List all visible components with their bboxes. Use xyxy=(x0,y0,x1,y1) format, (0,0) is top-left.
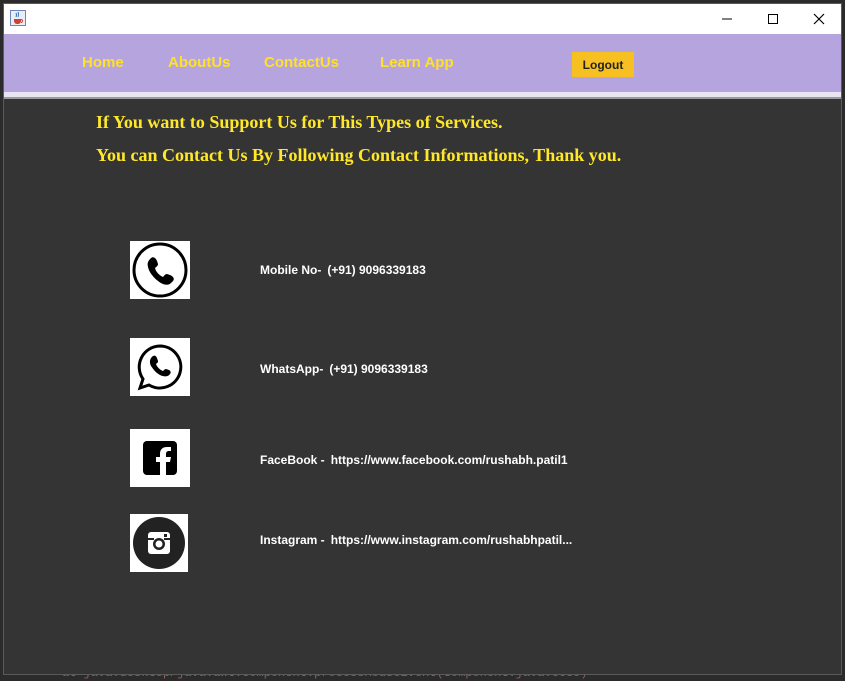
instagram-contact: Instagram - https://www.instagram.com/rus… xyxy=(260,533,572,547)
support-heading: If You want to Support Us for This Types… xyxy=(96,112,503,132)
maximize-icon xyxy=(768,14,778,24)
nav-about-us[interactable]: AboutUs xyxy=(168,54,231,71)
close-icon xyxy=(813,13,825,25)
close-button[interactable] xyxy=(796,4,841,34)
instagram-url: https://www.instagram.com/rushabhpatil..… xyxy=(330,533,573,547)
minimize-button[interactable] xyxy=(704,4,750,34)
instagram-label: Instagram - xyxy=(260,533,325,547)
instagram-icon xyxy=(130,514,188,572)
logout-button[interactable]: Logout xyxy=(572,52,634,77)
contact-heading: You can Contact Us By Following Contact … xyxy=(96,145,622,165)
whatsapp-icon xyxy=(130,338,190,396)
phone-icon xyxy=(130,241,190,299)
whatsapp-label: WhatsApp- xyxy=(260,362,324,376)
app-window: Home AboutUs ContactUs Learn App Logout … xyxy=(3,3,842,675)
maximize-button[interactable] xyxy=(750,4,796,34)
mobile-label: Mobile No- xyxy=(260,263,322,277)
java-coffee-icon xyxy=(10,10,26,26)
facebook-label: FaceBook - xyxy=(260,453,325,467)
nav-home[interactable]: Home xyxy=(82,54,124,71)
facebook-icon xyxy=(130,429,190,487)
mobile-number: (+91) 9096339183 xyxy=(327,263,426,277)
facebook-url: https://www.facebook.com/rushabh.patil1 xyxy=(330,453,568,467)
whatsapp-number: (+91) 9096339183 xyxy=(329,362,428,376)
whatsapp-contact: WhatsApp- (+91) 9096339183 xyxy=(260,362,428,376)
minimize-icon xyxy=(722,18,732,20)
nav-contact-us[interactable]: ContactUs xyxy=(264,54,339,71)
nav-learn-app[interactable]: Learn App xyxy=(380,54,454,71)
title-bar xyxy=(4,4,841,34)
nav-bar: Home AboutUs ContactUs Learn App Logout xyxy=(4,34,841,92)
mobile-contact: Mobile No- (+91) 9096339183 xyxy=(260,263,426,277)
content-separator xyxy=(4,97,841,99)
facebook-contact: FaceBook - https://www.facebook.com/rusha… xyxy=(260,453,568,467)
